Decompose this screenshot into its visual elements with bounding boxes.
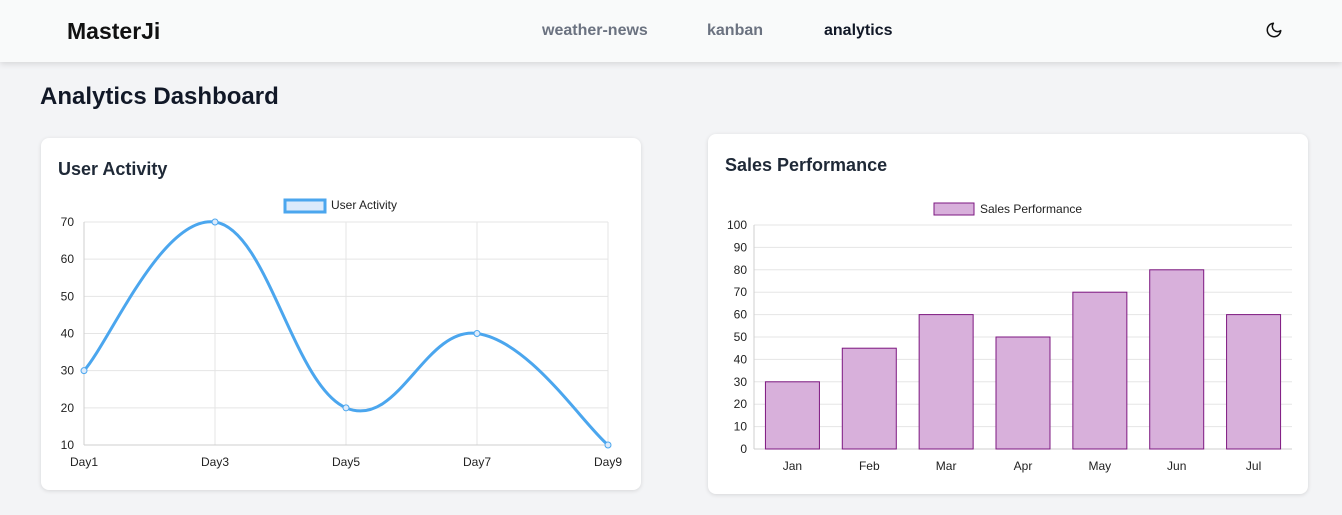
data-point (473, 330, 481, 337)
page-title: Analytics Dashboard (40, 83, 279, 110)
bar (841, 347, 897, 450)
y-tick-label: 80 (734, 263, 748, 277)
bar (995, 336, 1051, 450)
x-tick-label: Day3 (201, 455, 229, 469)
legend-label: Sales Performance (980, 202, 1082, 216)
theme-toggle-button[interactable] (1265, 21, 1283, 39)
brand-logo[interactable]: MasterJi (67, 18, 160, 45)
bar (1149, 269, 1205, 450)
x-tick-label: Jul (1246, 459, 1261, 473)
bar (1226, 314, 1282, 450)
data-point (80, 367, 88, 375)
x-tick-label: Day5 (332, 455, 360, 469)
x-tick-label: Mar (936, 459, 957, 473)
x-tick-label: Jan (783, 459, 802, 473)
x-tick-label: Day9 (594, 455, 622, 469)
sales-performance-chart: Sales Performance 0 10 20 30 40 50 60 70 80 90 100 J… (727, 202, 1292, 473)
bar (918, 314, 974, 450)
y-tick-label: 40 (734, 352, 748, 366)
y-tick-label: 30 (734, 375, 748, 389)
legend-swatch (933, 202, 975, 216)
x-tick-label: Day1 (70, 455, 98, 469)
y-tick-label: 60 (61, 252, 75, 266)
y-tick-label: 60 (734, 308, 748, 322)
y-tick-label: 10 (734, 420, 748, 434)
legend-label: User Activity (331, 198, 397, 212)
nav-link-weather-news[interactable]: weather-news (542, 22, 648, 40)
y-tick-label: 20 (734, 397, 748, 411)
sales-performance-card: Sales Performance Sales Performance 0 10 20… (708, 134, 1308, 494)
bar (764, 381, 820, 450)
y-tick-label: 30 (61, 364, 75, 378)
y-tick-label: 20 (61, 401, 75, 415)
top-navbar: MasterJi weather-news kanban analytics (0, 0, 1342, 62)
x-tick-label: Jun (1167, 459, 1186, 473)
user-activity-chart: User Activity 10 20 30 40 50 60 70 Day1 Day3 Day5 D… (61, 198, 623, 469)
x-tick-label: Apr (1014, 459, 1033, 473)
y-tick-label: 50 (61, 289, 75, 303)
x-tick-label: Day7 (463, 455, 491, 469)
x-tick-label: Feb (859, 459, 880, 473)
y-tick-label: 10 (61, 438, 75, 452)
y-tick-label: 90 (734, 240, 748, 254)
data-point (604, 441, 612, 449)
data-point (211, 218, 219, 226)
nav-link-kanban[interactable]: kanban (707, 22, 763, 40)
legend-swatch (283, 198, 327, 214)
nav-link-analytics[interactable]: analytics (824, 22, 892, 40)
bar (1072, 291, 1128, 450)
y-tick-label: 70 (61, 215, 75, 229)
moon-icon (1266, 22, 1282, 38)
x-tick-label: May (1089, 459, 1112, 473)
y-tick-label: 70 (734, 285, 748, 299)
user-activity-card: User Activity User Activity 10 20 30 40 50 60 7… (41, 138, 641, 490)
y-tick-label: 100 (727, 218, 747, 232)
data-point (342, 404, 350, 412)
y-tick-label: 0 (740, 442, 747, 456)
y-tick-label: 40 (61, 327, 75, 341)
y-tick-label: 50 (734, 330, 748, 344)
